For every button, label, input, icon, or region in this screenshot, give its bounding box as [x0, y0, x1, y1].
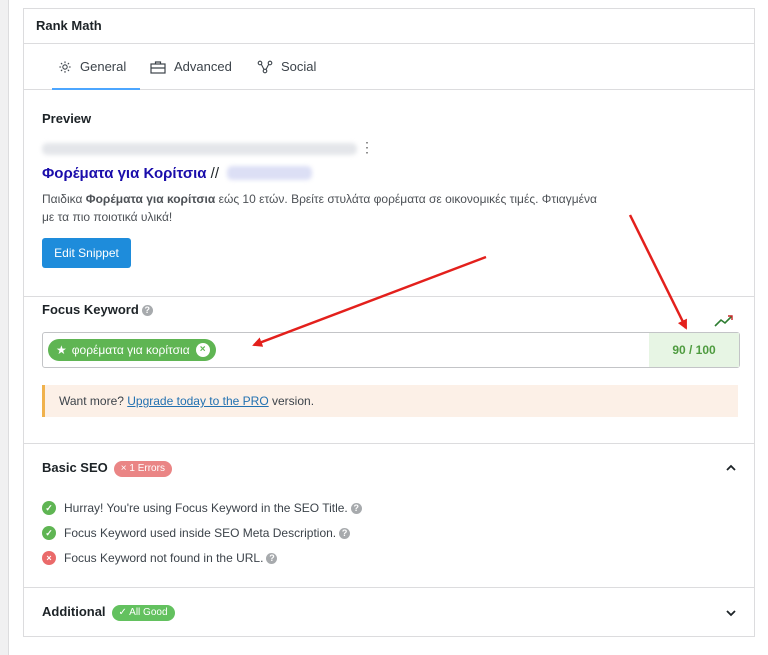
star-icon: ★ — [56, 343, 67, 357]
errors-badge: × 1 Errors — [113, 461, 172, 477]
panel-title: Rank Math — [24, 9, 754, 44]
all-good-badge-label: All Good — [129, 607, 168, 618]
rank-math-panel: Rank Math General Advanced Social Previe… — [23, 8, 755, 637]
help-icon[interactable]: ? — [350, 502, 362, 514]
gear-icon — [59, 60, 71, 73]
errors-badge-label: 1 Errors — [129, 463, 165, 474]
preview-title-text: Φορέματα για Κορίτσια — [42, 165, 207, 182]
additional-label: Additional — [42, 604, 106, 619]
help-icon[interactable]: ? — [339, 527, 351, 539]
check-circle-icon: ✓ — [42, 526, 56, 540]
upgrade-suffix: version. — [268, 394, 315, 408]
tab-advanced[interactable]: Advanced — [150, 44, 232, 89]
check-circle-icon: ✓ — [42, 501, 56, 515]
check-item: × Focus Keyword not found in the URL.? — [42, 551, 278, 565]
tab-general[interactable]: General — [51, 44, 141, 90]
desc-text-1: Παιδικα — [42, 192, 86, 206]
divider — [24, 443, 754, 444]
check-item: ✓ Focus Keyword used inside SEO Meta Des… — [42, 526, 351, 540]
share-nodes-icon — [257, 60, 273, 73]
additional-header[interactable]: Additional ✓ All Good — [42, 604, 175, 621]
check-icon: ✓ — [118, 607, 130, 618]
preview-site-redacted — [227, 166, 312, 180]
toolbox-icon — [150, 60, 166, 74]
check-item: ✓ Hurray! You're using Focus Keyword in … — [42, 501, 362, 515]
tab-bar: General Advanced Social — [24, 44, 754, 90]
check-item-text: Hurray! You're using Focus Keyword in th… — [64, 501, 348, 515]
upgrade-notice: Want more? Upgrade today to the PRO vers… — [42, 385, 738, 417]
focus-keyword-label: Focus Keyword — [42, 302, 139, 317]
tab-social-label: Social — [281, 59, 317, 74]
preview-title-separator: // — [206, 165, 220, 182]
check-item-text: Focus Keyword not found in the URL. — [64, 551, 264, 565]
upgrade-prefix: Want more? — [59, 394, 128, 408]
preview-description: Παιδικα Φορέματα για κορίτσια εώς 10 ετώ… — [42, 190, 612, 226]
basic-seo-header[interactable]: Basic SEO × 1 Errors — [42, 460, 172, 477]
tab-general-label: General — [80, 59, 127, 74]
more-vertical-icon[interactable]: ⋮ — [360, 139, 374, 156]
error-circle-icon: × — [42, 551, 56, 565]
focus-keyword-input[interactable]: ★ φορέματα για κορίτσια × 90 / 100 — [42, 332, 740, 368]
remove-keyword-icon[interactable]: × — [195, 343, 210, 357]
help-icon[interactable]: ? — [141, 305, 153, 316]
all-good-badge: ✓ All Good — [111, 605, 175, 621]
tab-social[interactable]: Social — [257, 44, 316, 89]
chevron-up-icon[interactable] — [726, 464, 736, 472]
keyword-tag-label: φορέματα για κορίτσια — [71, 343, 190, 357]
desc-keyword: Φορέματα για κορίτσια — [85, 192, 216, 206]
help-icon[interactable]: ? — [266, 552, 278, 564]
preview-url-redacted — [42, 143, 357, 155]
upgrade-link[interactable]: Upgrade today to the PRO — [127, 394, 268, 408]
divider — [24, 296, 754, 297]
basic-seo-label: Basic SEO — [42, 460, 108, 475]
divider — [24, 587, 754, 588]
check-item-text: Focus Keyword used inside SEO Meta Descr… — [64, 526, 337, 540]
keyword-tag[interactable]: ★ φορέματα για κορίτσια × — [48, 339, 216, 361]
preview-heading: Preview — [42, 111, 92, 126]
trend-chart-icon[interactable] — [712, 311, 736, 331]
preview-title: Φορέματα για Κορίτσια // — [42, 165, 219, 182]
focus-keyword-heading: Focus Keyword? — [42, 302, 153, 317]
seo-score: 90 / 100 — [649, 333, 739, 367]
tab-advanced-label: Advanced — [174, 59, 232, 74]
chevron-down-icon[interactable] — [726, 609, 736, 617]
edit-snippet-button[interactable]: Edit Snippet — [42, 238, 131, 268]
